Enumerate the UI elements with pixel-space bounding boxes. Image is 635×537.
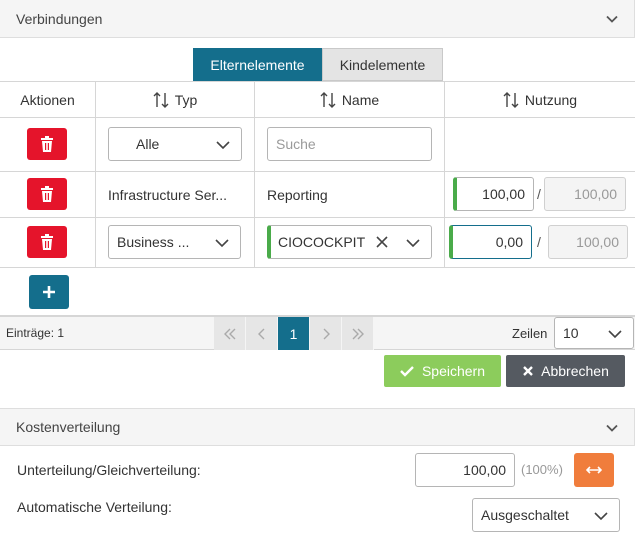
tab-child-elements[interactable]: Kindelemente — [322, 48, 443, 81]
add-button[interactable] — [29, 275, 69, 309]
usage-max-field: 100,00 — [544, 177, 626, 211]
connections-title: Verbindungen — [16, 10, 103, 27]
trash-icon — [41, 186, 53, 202]
chevron-down-icon — [607, 327, 623, 341]
save-button[interactable]: Speichern — [384, 355, 501, 387]
cancel-button[interactable]: Abbrechen — [506, 355, 625, 387]
usage-max-field: 100,00 — [548, 225, 628, 259]
sort-icon — [153, 91, 169, 109]
type-filter-select[interactable]: Alle — [108, 127, 242, 161]
table-row: Infrastructure Ser... Reporting 100,00 /… — [0, 172, 635, 218]
column-header-name[interactable]: Name — [255, 82, 445, 117]
connections-tabs: Elternelemente Kindelemente — [193, 48, 443, 81]
chevron-down-icon[interactable] — [604, 11, 620, 27]
table-row-editing: Business ... CIOCOCKPIT 0,00 / 100,00 — [0, 218, 635, 268]
name-search-input[interactable]: Suche — [267, 127, 432, 161]
check-icon — [400, 366, 414, 377]
last-page-button[interactable] — [342, 317, 374, 350]
connections-panel-header[interactable]: Verbindungen — [0, 0, 635, 38]
cost-title: Kostenverteilung — [16, 419, 121, 435]
chevron-down-icon[interactable] — [604, 420, 620, 436]
chevron-down-icon — [214, 236, 230, 250]
auto-distribution-select[interactable]: Ausgeschaltet — [472, 498, 620, 532]
pagination-bar: Einträge: 1 1 Zeilen 10 — [0, 316, 635, 350]
rows-per-page-select[interactable]: 10 — [554, 317, 634, 349]
page-1-button[interactable]: 1 — [278, 317, 310, 350]
chevron-down-icon — [593, 509, 609, 523]
rows-per-page-label: Zeilen — [512, 326, 548, 341]
auto-distribution-label: Automatische Verteilung: — [17, 499, 172, 515]
column-header-usage[interactable]: Nutzung — [445, 82, 635, 117]
delete-button[interactable] — [27, 226, 67, 258]
cost-panel-header[interactable]: Kostenverteilung — [0, 408, 635, 446]
plus-icon — [43, 286, 55, 298]
chevron-down-icon — [215, 138, 231, 152]
sort-icon — [503, 91, 519, 109]
row-type-text: Infrastructure Ser... — [108, 187, 228, 203]
table-header-row: Aktionen Typ Name Nutzung — [0, 81, 635, 118]
trash-icon — [41, 136, 53, 152]
sort-icon — [320, 91, 336, 109]
type-select[interactable]: Business ... — [108, 225, 241, 259]
split-label: Unterteilung/Gleichverteilung: — [17, 462, 201, 478]
separator-slash: / — [537, 234, 541, 250]
split-value-input[interactable]: 100,00 — [415, 453, 515, 487]
distribute-evenly-button[interactable] — [574, 453, 614, 487]
split-percent: (100%) — [521, 462, 563, 477]
row-name-text: Reporting — [267, 187, 328, 203]
trash-icon — [41, 234, 53, 250]
column-header-actions: Aktionen — [0, 82, 96, 117]
x-icon — [523, 366, 533, 376]
separator-slash: / — [537, 186, 541, 202]
tab-parent-elements[interactable]: Elternelemente — [193, 48, 322, 81]
first-page-button[interactable] — [214, 317, 246, 350]
usage-input-active[interactable]: 0,00 — [449, 225, 532, 259]
delete-button[interactable] — [27, 128, 67, 160]
add-row — [0, 268, 635, 316]
close-icon[interactable] — [375, 235, 389, 249]
filter-row: Alle Suche — [0, 118, 635, 172]
entries-count: Einträge: 1 — [6, 326, 65, 340]
prev-page-button[interactable] — [246, 317, 278, 350]
chevron-down-icon — [405, 236, 421, 250]
usage-input[interactable]: 100,00 — [453, 177, 534, 211]
arrows-horizontal-icon — [586, 466, 602, 474]
delete-button[interactable] — [27, 178, 67, 210]
next-page-button[interactable] — [310, 317, 342, 350]
name-select[interactable]: CIOCOCKPIT — [267, 225, 432, 259]
column-header-type[interactable]: Typ — [96, 82, 255, 117]
